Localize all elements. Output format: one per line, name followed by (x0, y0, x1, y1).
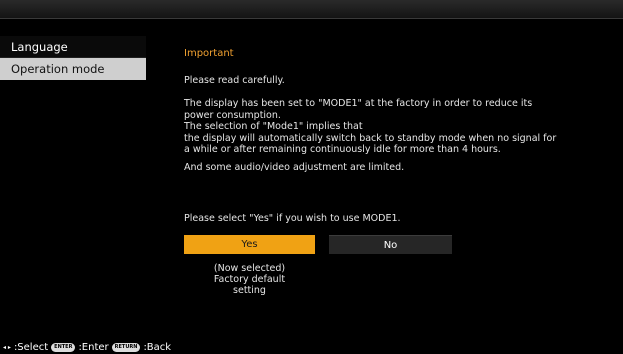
select-hint: :Select (13, 341, 49, 353)
enter-hint: :Enter (78, 341, 109, 353)
back-hint: :Back (143, 341, 172, 353)
sidebar-item-language[interactable]: Language (0, 36, 146, 58)
key-guide: ◂ ▸ :Select ENTER :Enter RETURN :Back (3, 341, 171, 353)
selection-note: (Now selected) Factory default setting (184, 263, 315, 296)
note-line: (Now selected) (213, 263, 286, 274)
return-key-icon: RETURN (111, 342, 141, 352)
message-line: the display will automatically switch ba… (184, 132, 557, 144)
message-line: The display has been set to "MODE1" at t… (184, 98, 533, 109)
message-line: Please read carefully. (184, 74, 285, 86)
message-title: Important (184, 48, 234, 59)
message-panel: Important Please read carefully. The dis… (184, 48, 604, 173)
message-line: The selection of "Mode1" implies that (184, 121, 363, 132)
sidebar-item-operation-mode[interactable]: Operation mode (0, 58, 146, 80)
select-prompt: Please select "Yes" if you wish to use M… (184, 213, 401, 224)
title-bar (0, 0, 623, 19)
left-right-arrows-icon: ◂ ▸ (3, 343, 11, 351)
enter-key-icon: ENTER (51, 342, 76, 352)
note-line: Factory default (213, 274, 286, 285)
message-line: power consumption. (184, 109, 281, 121)
no-button[interactable]: No (329, 235, 452, 254)
message-line: And some audio/video adjustment are limi… (184, 161, 405, 173)
yes-button[interactable]: Yes (184, 235, 315, 254)
message-line: a while or after remaining continuously … (184, 144, 501, 155)
note-line: setting (233, 285, 266, 296)
sidebar-menu: Language Operation mode (0, 36, 146, 80)
